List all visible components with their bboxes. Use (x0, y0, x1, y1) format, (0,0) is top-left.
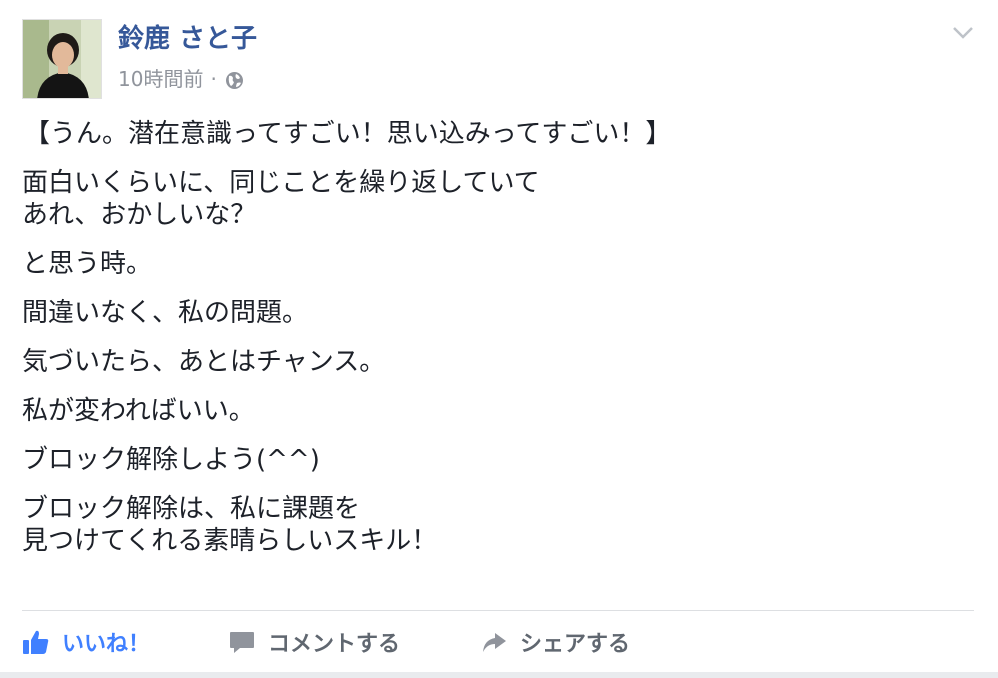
divider (22, 610, 974, 611)
text-line: あれ、おかしいな？ (22, 200, 257, 230)
like-button[interactable]: いいね！ (22, 626, 228, 658)
text-line: 間違いなく、私の問題。 (22, 298, 309, 328)
comment-icon (228, 628, 256, 656)
chevron-down-icon[interactable] (952, 26, 974, 40)
globe-icon[interactable] (225, 70, 244, 89)
comment-label: コメントする (268, 632, 401, 657)
text-line: 【うん。潜在意識ってすごい！思い込みってすごい！】 (24, 119, 672, 149)
post-text: 【うん。潜在意識ってすごい！思い込みってすごい！】 面白いくらいに、同じことを繰… (22, 118, 972, 574)
post-paragraph: ブロック解除しよう(^^) (22, 444, 972, 476)
text-line: 見つけてくれる素晴らしいスキル！ (22, 526, 438, 556)
avatar[interactable] (22, 19, 102, 99)
share-button[interactable]: シェアする (480, 626, 630, 658)
post-paragraph: 間違いなく、私の問題。 (22, 297, 972, 329)
avatar-photo (23, 20, 101, 98)
post-paragraph: 面白いくらいに、同じことを繰り返していて あれ、おかしいな？ (22, 167, 972, 231)
card-bottom-border (0, 672, 998, 678)
like-label: いいね！ (62, 632, 151, 657)
author-name[interactable]: 鈴鹿 さと子 (118, 22, 257, 56)
thumbs-up-icon (22, 628, 50, 656)
text-line: 面白いくらいに、同じことを繰り返していて (22, 168, 540, 198)
post-paragraph: と思う時。 (22, 248, 972, 280)
post-paragraph: 私が変わればいい。 (22, 395, 972, 427)
text-line: と思う時。 (22, 249, 153, 279)
post-meta: 10時間前 · (118, 66, 244, 92)
comment-button[interactable]: コメントする (228, 626, 480, 658)
post-paragraph: 気づいたら、あとはチャンス。 (22, 346, 972, 378)
text-line: ブロック解除は、私に課題を (22, 494, 361, 524)
text-line: ブロック解除しよう(^^) (22, 445, 320, 475)
post-paragraph: ブロック解除は、私に課題を 見つけてくれる素晴らしいスキル！ (22, 493, 972, 557)
text-line: 気づいたら、あとはチャンス。 (22, 347, 386, 377)
share-icon (480, 628, 508, 656)
text-line: 私が変わればいい。 (22, 396, 255, 426)
post-card: 鈴鹿 さと子 10時間前 · 【うん。潜在意識ってすごい！思い込みってすごい！】… (0, 0, 998, 678)
share-label: シェアする (520, 632, 631, 657)
action-bar: いいね！ コメントする シェアする (22, 624, 630, 660)
post-timestamp[interactable]: 10時間前 (118, 66, 203, 92)
meta-separator: · (210, 67, 217, 91)
post-paragraph: 【うん。潜在意識ってすごい！思い込みってすごい！】 (24, 118, 972, 150)
